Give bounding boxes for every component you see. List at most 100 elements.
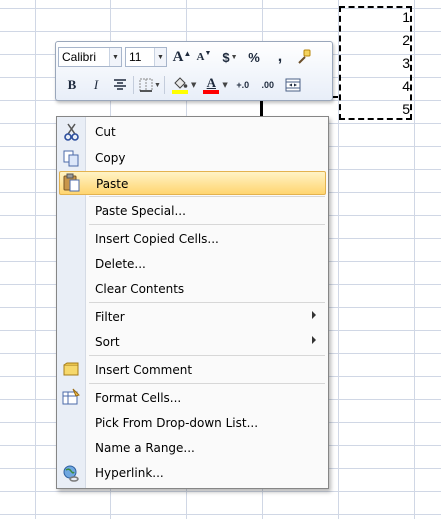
merge-center-button[interactable] [283, 74, 303, 96]
center-align-icon [114, 79, 126, 90]
menu-item-cut[interactable]: Cut [59, 120, 326, 144]
menu-separator [89, 302, 325, 303]
chevron-down-icon[interactable]: ▼ [191, 81, 196, 89]
currency-button[interactable]: $ ▼ [220, 46, 240, 68]
increase-decimal-label: +.0 [236, 80, 250, 90]
menu-item-copy[interactable]: Copy [59, 146, 326, 170]
menu-item-sort[interactable]: Sort [59, 330, 326, 354]
menu-icon-empty [59, 199, 85, 223]
clipboard-icon [60, 171, 86, 195]
menu-item-label: Filter [95, 310, 125, 324]
bold-button[interactable]: B [62, 74, 82, 96]
chevron-down-icon[interactable]: ▼ [231, 54, 238, 61]
font-color-button[interactable]: A [201, 74, 221, 96]
chevron-down-icon[interactable]: ▼ [154, 81, 161, 89]
currency-label: $ [222, 49, 230, 65]
highlight-color-swatch [171, 89, 188, 94]
italic-button[interactable]: I [86, 74, 106, 96]
font-name-value: Calibri [62, 50, 97, 64]
menu-item-insert-comment[interactable]: Insert Comment [59, 358, 326, 382]
menu-icon-empty [59, 227, 85, 251]
menu-item-delete[interactable]: Delete... [59, 252, 326, 276]
mini-toolbar: Calibri ▼ 11 ▼ A ▲ A ▼ $ ▼ % , B I ▼ ▼ A… [55, 41, 333, 101]
comma-style-button[interactable]: , [270, 46, 290, 68]
decrease-decimal-button[interactable]: .00 [258, 74, 278, 96]
menu-item-clear-contents[interactable]: Clear Contents [59, 277, 326, 301]
menu-icon-empty [59, 252, 85, 276]
merge-center-icon [285, 78, 301, 92]
comma-label: , [277, 48, 283, 65]
menu-icon-empty [59, 411, 85, 435]
chevron-down-icon[interactable]: ▼ [222, 81, 227, 89]
font-name-select[interactable]: Calibri ▼ [58, 47, 122, 67]
center-align-button[interactable] [110, 74, 130, 96]
font-size-select[interactable]: 11 ▼ [125, 47, 167, 67]
menu-item-paste[interactable]: Paste [59, 171, 326, 195]
menu-separator [89, 383, 325, 384]
menu-item-filter[interactable]: Filter [59, 305, 326, 329]
menu-separator [89, 355, 325, 356]
chevron-down-icon[interactable]: ▼ [109, 48, 121, 66]
toolbar-row-1: Calibri ▼ 11 ▼ A ▲ A ▼ $ ▼ % , [58, 44, 314, 70]
submenu-arrow-icon [312, 311, 316, 319]
fill-color-button[interactable] [170, 74, 190, 96]
menu-icon-empty [59, 277, 85, 301]
menu-item-format-cells[interactable]: Format Cells... [59, 386, 326, 410]
menu-icon-empty [59, 436, 85, 460]
toolbar-row-2: B I ▼ ▼ A ▼ +.0 .00 [58, 72, 303, 98]
menu-item-label: Delete... [95, 257, 146, 271]
increase-decimal-button[interactable]: +.0 [233, 74, 253, 96]
font-color-swatch [203, 90, 220, 94]
cell-value[interactable]: 5 [350, 101, 410, 117]
scissors-icon [59, 120, 85, 144]
percent-button[interactable]: % [244, 46, 264, 68]
menu-item-paste-special[interactable]: Paste Special... [59, 199, 326, 223]
copy-icon [59, 146, 85, 170]
bold-label: B [67, 77, 77, 92]
menu-item-label: Sort [95, 335, 120, 349]
menu-item-label: Paste Special... [95, 204, 186, 218]
shrink-font-button[interactable]: A ▼ [194, 46, 214, 68]
menu-item-label: Name a Range... [95, 441, 195, 455]
menu-separator [89, 196, 325, 197]
shrink-font-label: A [196, 51, 205, 63]
menu-item-label: Insert Comment [95, 363, 193, 377]
menu-item-label: Cut [95, 125, 116, 139]
menu-icon-empty [59, 330, 85, 354]
percent-label: % [248, 49, 260, 65]
menu-item-label: Format Cells... [95, 391, 182, 405]
format-painter-button[interactable] [294, 46, 314, 68]
fill-color-icon [174, 76, 188, 89]
menu-item-label: Copy [95, 151, 126, 165]
toolbar-separator [133, 76, 134, 94]
borders-icon [139, 78, 153, 92]
grow-font-label: A [172, 48, 184, 65]
format-painter-icon [298, 49, 311, 64]
menu-item-label: Clear Contents [95, 282, 185, 296]
menu-item-insert-copied-cells[interactable]: Insert Copied Cells... [59, 227, 326, 251]
cell-value[interactable]: 1 [350, 9, 410, 25]
globe-link-icon [59, 461, 85, 485]
cell-value[interactable]: 2 [350, 32, 410, 48]
cell-value[interactable]: 3 [350, 55, 410, 71]
format-cells-icon [59, 386, 85, 410]
menu-item-label: Pick From Drop-down List... [95, 416, 259, 430]
menu-item-pick-from-list[interactable]: Pick From Drop-down List... [59, 411, 326, 435]
menu-item-name-a-range[interactable]: Name a Range... [59, 436, 326, 460]
font-color-letter: A [206, 75, 217, 90]
borders-button[interactable]: ▼ [139, 74, 161, 96]
menu-item-label: Insert Copied Cells... [95, 232, 219, 246]
menu-item-label: Paste [96, 177, 129, 191]
menu-item-hyperlink[interactable]: Hyperlink... [59, 461, 326, 485]
grow-font-button[interactable]: A ▲ [172, 46, 192, 68]
menu-icon-empty [59, 305, 85, 329]
font-size-value: 11 [129, 50, 142, 64]
chevron-down-icon[interactable]: ▼ [154, 48, 166, 66]
decrease-decimal-label: .00 [261, 80, 274, 90]
submenu-arrow-icon [312, 336, 316, 344]
cell-value[interactable]: 4 [350, 78, 410, 94]
toolbar-separator [163, 76, 165, 94]
menu-item-label: Hyperlink... [95, 466, 164, 480]
menu-separator [89, 224, 325, 225]
comment-icon [59, 358, 85, 382]
